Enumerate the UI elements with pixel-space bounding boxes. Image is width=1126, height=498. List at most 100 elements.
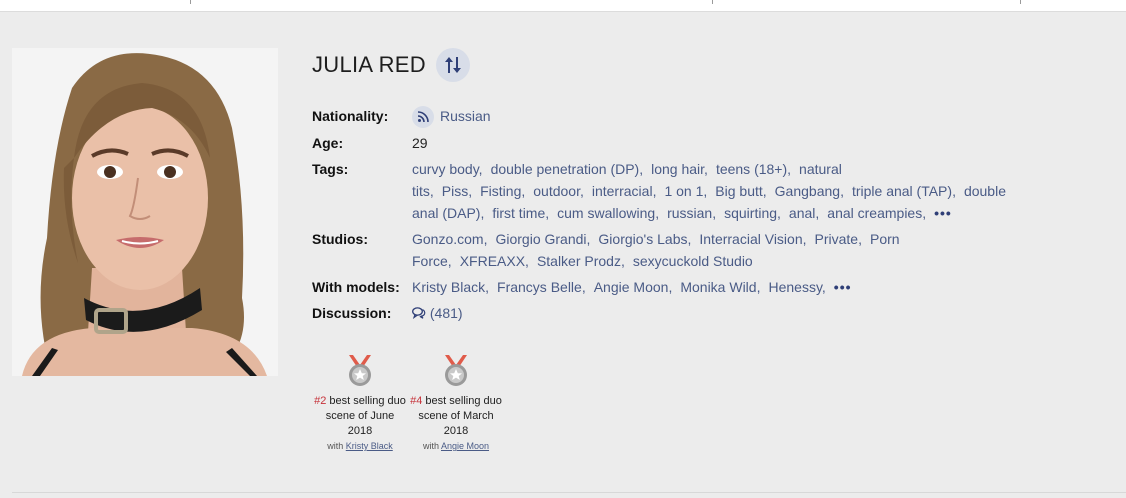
list-separator: ,	[521, 183, 526, 200]
list-separator: ,	[545, 205, 550, 222]
medal-icon	[445, 355, 467, 386]
medal-icon	[349, 355, 371, 386]
nationality-row: Nationality: Russian	[312, 105, 1012, 129]
tag-link[interactable]: 1 on 1	[664, 183, 703, 199]
model-link[interactable]: Angie Moon	[594, 279, 669, 295]
model-photo[interactable]	[12, 48, 278, 376]
award-description: best selling duo scene of March 2018	[418, 395, 502, 437]
award-partner-link[interactable]: Angie Moon	[441, 441, 489, 451]
age-value: 29	[412, 135, 428, 152]
studio-link[interactable]: sexycuckold Studio	[633, 253, 753, 269]
tag-link[interactable]: Big butt	[715, 183, 762, 199]
comments-icon	[412, 307, 426, 320]
rss-icon[interactable]	[412, 106, 434, 129]
list-separator: ,	[485, 279, 490, 296]
studio-link[interactable]: XFREAXX	[460, 253, 525, 269]
list-separator: ,	[712, 205, 717, 222]
list-separator: ,	[802, 231, 807, 248]
sort-button[interactable]	[435, 48, 470, 82]
award-item: #2 best selling duo scene of June 2018 w…	[312, 355, 408, 453]
list-separator: ,	[815, 205, 820, 222]
studio-link[interactable]: Private	[815, 231, 859, 247]
tag-link[interactable]: cum swallowing	[557, 205, 655, 221]
tag-link[interactable]: teens (18+)	[716, 161, 787, 177]
models-list: Kristy Black, Francys Belle, Angie Moon, Mo…	[412, 276, 1012, 298]
award-text: #2 best selling duo scene of June 2018	[312, 394, 408, 439]
section-divider	[12, 492, 1126, 493]
award-partner: with Kristy Black	[312, 439, 408, 453]
tags-row: Tags: curvy body, double penetration (DP)…	[312, 158, 1012, 224]
tag-link[interactable]: first time	[492, 205, 545, 221]
list-separator: ,	[480, 205, 485, 222]
nav-divider	[190, 0, 191, 4]
models-label: With models:	[312, 279, 400, 296]
tag-link[interactable]: Fisting	[480, 183, 521, 199]
list-separator: ,	[687, 231, 692, 248]
list-separator: ,	[704, 161, 708, 178]
list-separator: ,	[762, 183, 767, 200]
award-text: #4 best selling duo scene of March 2018	[408, 394, 504, 439]
studio-link[interactable]: Stalker Prodz	[537, 253, 621, 269]
tag-link[interactable]: Piss	[442, 183, 468, 199]
list-separator: ,	[581, 279, 586, 296]
model-link[interactable]: Monika Wild	[680, 279, 756, 295]
list-separator: ,	[586, 231, 591, 248]
tag-link[interactable]: Gangbang	[775, 183, 840, 199]
tag-link[interactable]: russian	[667, 205, 712, 221]
award-with-label: with	[327, 441, 344, 451]
discussion-count: (481)	[429, 305, 463, 322]
more-button[interactable]: •••	[834, 279, 852, 295]
list-separator: ,	[579, 183, 584, 200]
list-separator: ,	[821, 279, 826, 296]
list-separator: ,	[787, 161, 792, 178]
tag-link[interactable]: curvy body	[412, 161, 479, 177]
list-separator: ,	[447, 253, 452, 270]
list-separator: ,	[952, 183, 956, 200]
tags-label: Tags:	[312, 161, 349, 178]
more-button[interactable]: •••	[934, 205, 952, 221]
model-link[interactable]: Henessy	[768, 279, 821, 295]
list-separator: ,	[858, 231, 862, 248]
model-info: Nationality: Russian Age: 29 Tags: curvy…	[312, 105, 1012, 328]
list-separator: ,	[922, 205, 927, 222]
studio-link[interactable]: Gonzo.com	[412, 231, 484, 247]
tag-link[interactable]: anal creampies	[827, 205, 922, 221]
list-separator: ,	[525, 253, 529, 270]
award-with-label: with	[422, 441, 439, 451]
tag-link[interactable]: squirting	[724, 205, 777, 221]
list-separator: ,	[620, 253, 625, 270]
age-label: Age:	[312, 135, 344, 152]
award-item: #4 best selling duo scene of March 2018 …	[408, 355, 504, 453]
discussion-value: (481)	[412, 302, 1012, 324]
studios-row: Studios: Gonzo.com, Giorgio Grandi, Giorgi…	[312, 228, 1012, 272]
tag-link[interactable]: interracial	[592, 183, 653, 199]
nav-divider	[1020, 0, 1021, 4]
models-row: With models: Kristy Black, Francys Belle,…	[312, 276, 1012, 298]
model-header: JULIA RED	[312, 48, 470, 82]
tag-link[interactable]: long hair	[651, 161, 704, 177]
studio-link[interactable]: Giorgio's Labs	[598, 231, 687, 247]
studio-link[interactable]: Interracial Vision	[699, 231, 802, 247]
discussion-label: Discussion:	[312, 305, 392, 322]
studio-link[interactable]: Giorgio Grandi	[495, 231, 586, 247]
list-separator: ,	[777, 205, 781, 222]
list-separator: ,	[429, 183, 434, 200]
award-description: best selling duo scene of June 2018	[325, 395, 406, 437]
list-separator: ,	[703, 183, 708, 200]
model-link[interactable]: Francys Belle	[497, 279, 582, 295]
tag-link[interactable]: double penetration (DP)	[491, 161, 640, 177]
award-partner-link[interactable]: Kristy Black	[346, 441, 393, 451]
list-separator: ,	[478, 161, 483, 178]
tag-link[interactable]: outdoor	[533, 183, 580, 199]
list-separator: ,	[639, 161, 644, 178]
tag-link[interactable]: anal	[789, 205, 815, 221]
tag-link[interactable]: triple anal (TAP)	[852, 183, 952, 199]
list-separator: ,	[652, 183, 657, 200]
list-separator: ,	[655, 205, 660, 222]
nationality-value: Russian	[412, 105, 1012, 129]
model-name: JULIA RED	[312, 52, 426, 77]
model-link[interactable]: Kristy Black	[412, 279, 485, 295]
discussion-link[interactable]: (481)	[412, 305, 463, 321]
nationality-link[interactable]: Russian	[440, 108, 491, 124]
studios-list: Gonzo.com, Giorgio Grandi, Giorgio's Labs,…	[412, 228, 1012, 272]
